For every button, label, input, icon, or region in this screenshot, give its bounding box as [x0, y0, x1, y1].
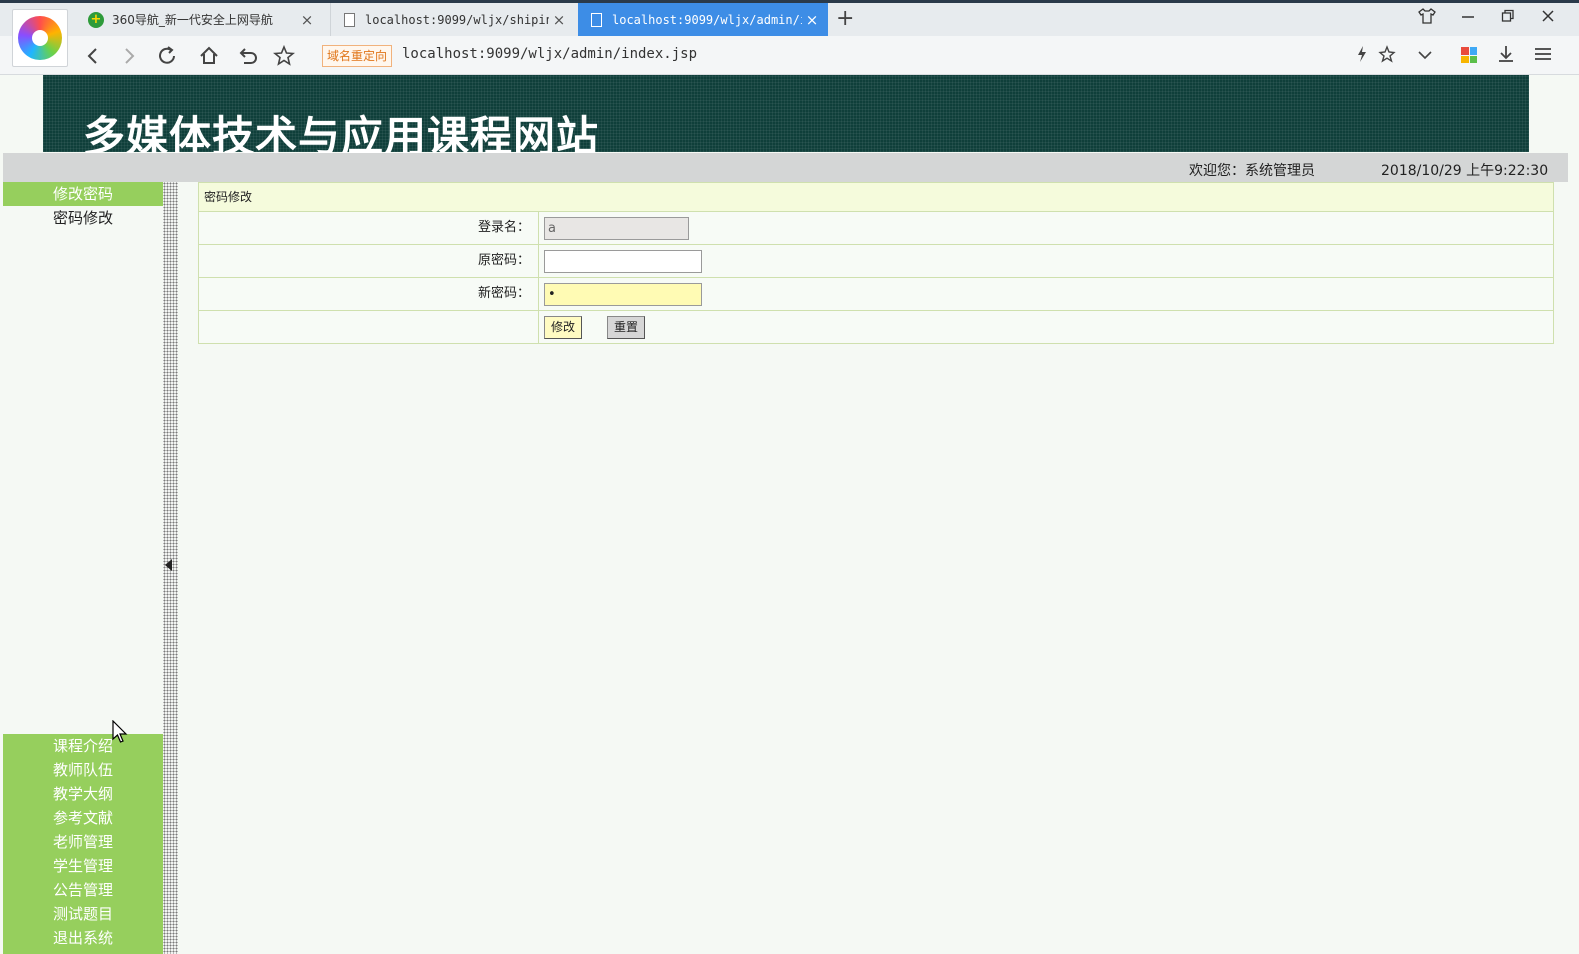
- sidebar-item-password-modify[interactable]: 密码修改: [3, 206, 163, 230]
- tab-shipin[interactable]: localhost:9099/wljx/shipinAl ×: [330, 3, 575, 36]
- actions-label-cell: [199, 311, 539, 343]
- status-bar: [3, 153, 1568, 182]
- minimize-icon[interactable]: [1461, 8, 1475, 28]
- tab-title: localhost:9099/wljx/admin/in: [612, 12, 802, 27]
- new-password-label: 新密码：: [199, 278, 539, 310]
- current-datetime: 2018/10/29 上午9:22:30: [1381, 163, 1549, 179]
- sidebar-bottom-menu: 课程介绍 教师队伍 教学大纲 参考文献 老师管理 学生管理 公告管理 测试题目 …: [3, 734, 163, 954]
- forward-icon[interactable]: [116, 42, 142, 70]
- home-icon[interactable]: [196, 42, 222, 70]
- page-icon: [588, 12, 604, 28]
- password-form: 密码修改 登录名： a 原密码： 新密码： • 修改 重置: [198, 182, 1554, 344]
- sidebar-item-teachers[interactable]: 教师队伍: [3, 758, 163, 782]
- tab-360-nav[interactable]: + 360导航_新一代安全上网导航 ×: [78, 3, 323, 36]
- login-name-input[interactable]: a: [544, 217, 689, 240]
- sidebar-item-logout[interactable]: 退出系统: [3, 926, 163, 950]
- form-row-login: 登录名： a: [198, 212, 1554, 245]
- restore-icon[interactable]: [1501, 8, 1515, 28]
- collapse-arrow-icon[interactable]: [165, 559, 172, 571]
- sidebar-item-syllabus[interactable]: 教学大纲: [3, 782, 163, 806]
- new-tab-button[interactable]: +: [836, 6, 854, 31]
- bookmark-star-icon[interactable]: [1378, 44, 1396, 69]
- sidebar-item-notice-management[interactable]: 公告管理: [3, 878, 163, 902]
- form-heading: 密码修改: [198, 182, 1554, 212]
- close-icon[interactable]: ×: [802, 11, 822, 29]
- submit-button[interactable]: 修改: [544, 316, 583, 339]
- domain-redirect-badge[interactable]: 域名重定向: [322, 45, 393, 67]
- sidebar-item-references[interactable]: 参考文献: [3, 806, 163, 830]
- form-row-actions: 修改 重置: [198, 311, 1554, 344]
- login-name-label: 登录名：: [199, 212, 539, 244]
- lightning-icon[interactable]: [1355, 44, 1369, 69]
- address-bar[interactable]: localhost:9099/wljx/admin/index.jsp: [402, 46, 697, 62]
- tab-title: localhost:9099/wljx/shipinAl: [365, 12, 549, 27]
- form-row-old-password: 原密码：: [198, 245, 1554, 278]
- sidebar-item-student-management[interactable]: 学生管理: [3, 854, 163, 878]
- reset-button[interactable]: 重置: [607, 316, 646, 339]
- download-icon[interactable]: [1497, 44, 1515, 69]
- close-window-icon[interactable]: [1541, 8, 1555, 28]
- welcome-text: 欢迎您：系统管理员: [1189, 163, 1315, 179]
- new-password-input[interactable]: •: [544, 283, 702, 306]
- old-password-label: 原密码：: [199, 245, 539, 277]
- reload-icon[interactable]: [155, 42, 181, 70]
- form-row-new-password: 新密码： •: [198, 278, 1554, 311]
- skin-icon[interactable]: [1418, 8, 1436, 28]
- chevron-down-icon[interactable]: [1417, 44, 1433, 69]
- undo-close-icon[interactable]: [234, 42, 260, 70]
- apps-grid-icon[interactable]: [1461, 47, 1477, 63]
- sidebar-item-teacher-management[interactable]: 老师管理: [3, 830, 163, 854]
- favorite-star-icon[interactable]: [271, 42, 297, 70]
- menu-icon[interactable]: [1534, 44, 1552, 69]
- close-icon[interactable]: ×: [297, 11, 317, 29]
- page-icon: [341, 12, 357, 28]
- 360-icon: +: [88, 11, 104, 28]
- sidebar-section-change-password[interactable]: 修改密码: [3, 182, 163, 206]
- back-icon[interactable]: [80, 42, 106, 70]
- site-banner: 多媒体技术与应用课程网站: [43, 75, 1529, 161]
- sidebar-item-course-intro[interactable]: 课程介绍: [3, 734, 163, 758]
- sidebar-item-test-questions[interactable]: 测试题目: [3, 902, 163, 926]
- tab-admin-active[interactable]: localhost:9099/wljx/admin/in ×: [578, 3, 828, 36]
- browser-logo-icon[interactable]: [12, 9, 68, 67]
- tab-title: 360导航_新一代安全上网导航: [112, 13, 273, 27]
- close-icon[interactable]: ×: [549, 11, 569, 29]
- old-password-input[interactable]: [544, 250, 702, 273]
